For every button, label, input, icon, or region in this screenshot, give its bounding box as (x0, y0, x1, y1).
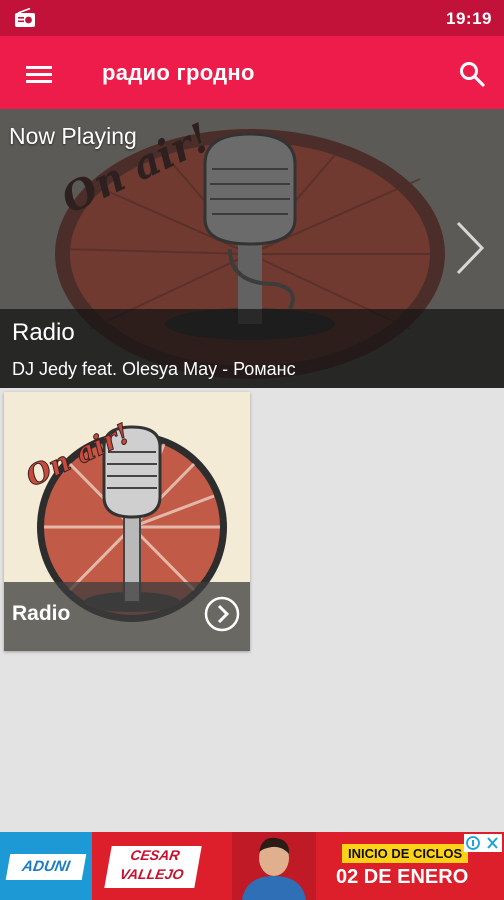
ad-person-image (232, 832, 316, 900)
app-bar: радио гродно (0, 36, 504, 109)
station-card-overlay: Radio (4, 582, 250, 651)
now-playing-label: Now Playing (9, 123, 137, 149)
chevron-right-circle-icon[interactable] (204, 596, 240, 632)
radio-icon (15, 8, 35, 27)
search-icon[interactable] (458, 60, 486, 88)
now-playing-banner[interactable]: On air! Now Playing Radio DJ Jedy feat. … (0, 109, 504, 388)
ad-banner[interactable]: ADUNI CESAR VALLEJO INICIO DE CICLOS 02 … (0, 832, 504, 900)
now-playing-info: Radio DJ Jedy feat. Olesya May - Романс (0, 309, 504, 388)
ad-headline: INICIO DE CICLOS (342, 844, 469, 863)
hamburger-menu-icon[interactable] (22, 60, 56, 88)
now-playing-station: Radio (12, 319, 75, 346)
now-playing-track: DJ Jedy feat. Olesya May - Романс (12, 359, 296, 379)
app-title: радио гродно (102, 60, 255, 85)
ad-brand-line2: VALLEJO (118, 866, 185, 882)
ad-brand-cesar-vallejo: CESAR VALLEJO (104, 846, 202, 888)
station-card-name: Radio (12, 602, 71, 625)
status-time: 19:19 (446, 9, 492, 28)
ad-brand-line1: CESAR (129, 847, 182, 863)
chevron-right-icon[interactable] (452, 219, 486, 277)
ad-date: 02 DE ENERO (336, 866, 469, 888)
station-card[interactable]: On air! Radio (4, 392, 250, 651)
ad-brand-aduni: ADUNI (5, 854, 87, 880)
status-bar: 19:19 (0, 0, 504, 36)
ad-left-panel: ADUNI (0, 832, 92, 900)
ad-choices-close-icon[interactable] (464, 834, 502, 852)
